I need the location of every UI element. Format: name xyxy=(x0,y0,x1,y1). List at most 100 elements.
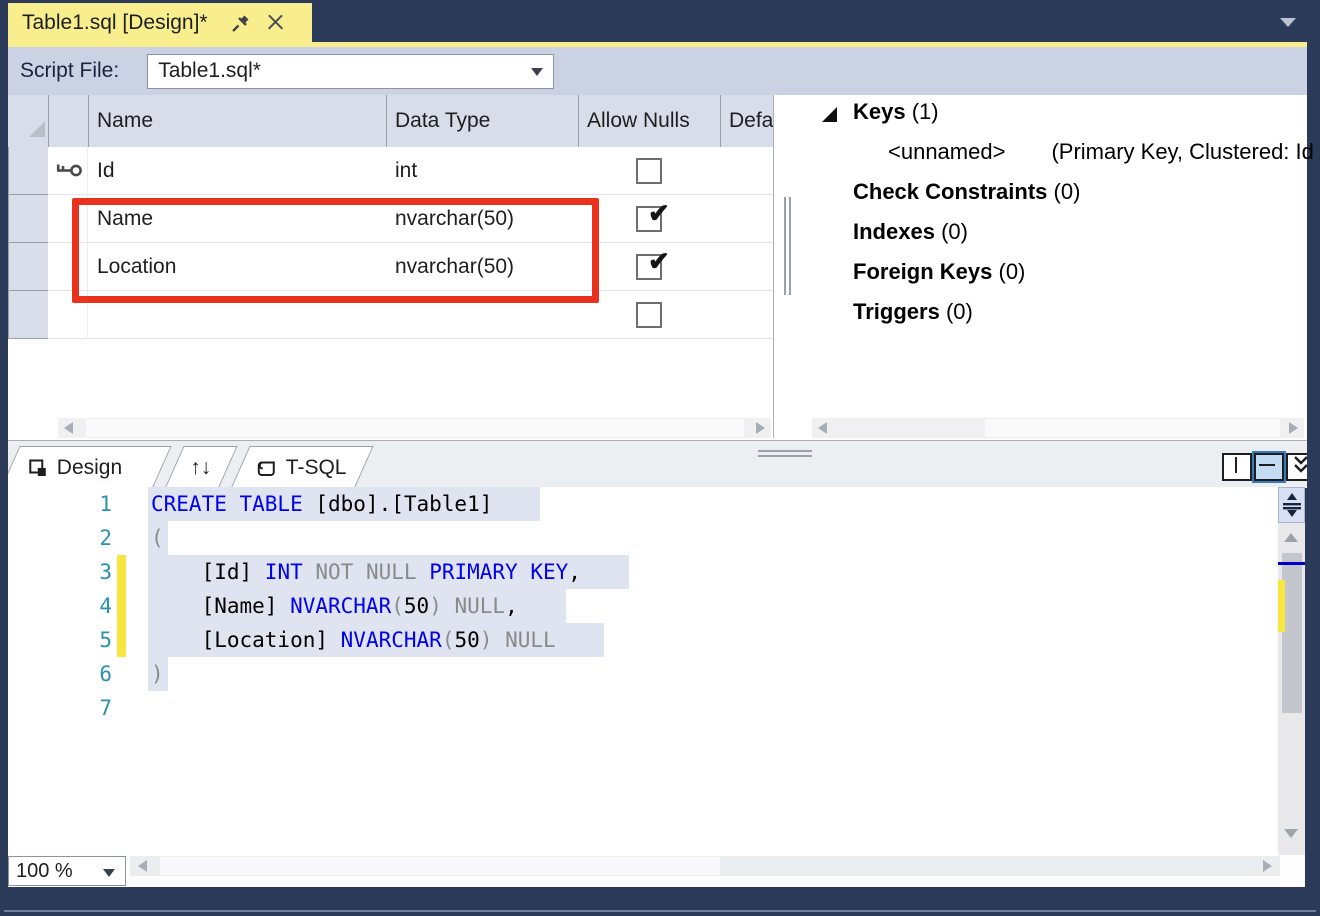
tree-item[interactable]: Triggers (0) xyxy=(808,295,1315,335)
default-cell[interactable] xyxy=(720,195,773,243)
row-selector[interactable] xyxy=(8,291,49,339)
default-cell[interactable] xyxy=(720,291,773,339)
expander-expanded-icon[interactable] xyxy=(822,107,837,122)
vertical-split-button[interactable] xyxy=(1222,453,1252,481)
allow-nulls-checkbox[interactable]: ✔ xyxy=(636,254,662,280)
document-tab[interactable]: Table1.sql [Design]* xyxy=(8,3,312,42)
column-header-allownulls[interactable]: Allow Nulls xyxy=(578,95,721,147)
tree-item-count: (0) xyxy=(946,299,973,324)
annotation-red-rectangle xyxy=(72,198,599,303)
allow-nulls-checkbox[interactable] xyxy=(636,302,662,328)
grid-header: Name Data Type Allow Nulls Defa xyxy=(8,95,773,148)
primary-key-icon xyxy=(55,163,83,178)
scroll-right-icon[interactable] xyxy=(756,422,765,434)
scroll-left-icon[interactable] xyxy=(138,860,147,872)
scroll-left-icon[interactable] xyxy=(818,422,827,434)
allow-nulls-cell xyxy=(578,147,721,195)
row-selector[interactable] xyxy=(8,147,49,195)
tree-item-count: (0) xyxy=(1054,179,1081,204)
line-number: 6 xyxy=(76,657,112,691)
editor-horizontal-scrollbar[interactable] xyxy=(130,856,1280,876)
code-line: 5 [Location] NVARCHAR(50) NULL xyxy=(8,623,1278,657)
scroll-right-icon[interactable] xyxy=(1289,422,1298,434)
tree-item[interactable]: Indexes (0) xyxy=(808,215,1315,255)
close-icon[interactable] xyxy=(266,13,286,33)
editor-split-handle-icon[interactable] xyxy=(1278,487,1305,523)
editor-vertical-scrollbar[interactable] xyxy=(1278,487,1305,855)
allow-nulls-cell xyxy=(578,291,721,339)
script-file-label: Script File: xyxy=(20,59,119,83)
tree-item-label: Indexes xyxy=(853,219,935,244)
default-cell[interactable] xyxy=(720,147,773,195)
tree-item[interactable]: Foreign Keys (0) xyxy=(808,255,1315,295)
horizontal-split-button[interactable] xyxy=(1254,453,1284,481)
row-icon-header xyxy=(48,95,89,147)
changed-line-bar xyxy=(117,555,126,589)
code-text: CREATE TABLE [dbo].[Table1] xyxy=(148,487,540,521)
select-all-triangle-icon xyxy=(29,121,45,137)
tree-child-item[interactable]: <unnamed>(Primary Key, Clustered: Id xyxy=(808,135,1315,175)
editor-bottom-bar: 100 % xyxy=(8,855,1305,887)
allow-nulls-checkbox[interactable] xyxy=(636,158,662,184)
script-file-combobox[interactable]: Table1.sql* xyxy=(147,54,554,89)
column-header-datatype[interactable]: Data Type xyxy=(386,95,579,147)
column-header-name[interactable]: Name xyxy=(88,95,387,147)
horizontal-splitter-grip[interactable] xyxy=(758,450,812,452)
code-text: ) xyxy=(148,657,168,691)
document-tab-title: Table1.sql [Design]* xyxy=(22,11,208,35)
vertical-splitter-grip[interactable] xyxy=(789,197,791,295)
combo-dropdown-icon[interactable] xyxy=(531,68,543,76)
scrollbar-thumb[interactable] xyxy=(1282,553,1302,713)
scrollbar-thumb[interactable] xyxy=(86,419,744,437)
row-selector[interactable] xyxy=(8,195,49,243)
tab-swap-panes[interactable]: ↑↓ xyxy=(164,446,237,488)
grid-horizontal-scrollbar[interactable] xyxy=(58,418,771,438)
code-line: 1 CREATE TABLE [dbo].[Table1] xyxy=(8,487,1278,521)
combo-dropdown-icon[interactable] xyxy=(103,869,115,877)
scroll-left-icon[interactable] xyxy=(64,422,73,434)
tab-tsql-label: T-SQL xyxy=(286,456,347,480)
pane-divider xyxy=(773,95,774,438)
tab-tsql[interactable]: T-SQL xyxy=(230,446,373,488)
scroll-up-icon[interactable] xyxy=(1284,533,1298,542)
script-file-value: Table1.sql* xyxy=(158,59,261,83)
data-type-cell[interactable]: int xyxy=(386,147,579,195)
tab-design[interactable]: Design xyxy=(8,446,172,488)
column-name-cell[interactable]: Id xyxy=(88,147,387,195)
tree-item[interactable]: Keys (1) xyxy=(808,95,1315,135)
collapse-pane-button[interactable] xyxy=(1286,453,1307,481)
vertical-splitter-grip[interactable] xyxy=(784,197,786,295)
key-detail: (Primary Key, Clustered: Id xyxy=(1051,139,1313,164)
code-line: 2( xyxy=(8,521,1278,555)
scrollbar-thumb[interactable] xyxy=(160,857,720,875)
tree-item-count: (1) xyxy=(912,99,939,124)
tree-item-label: Keys xyxy=(853,99,906,124)
scrollbar-thumb[interactable] xyxy=(985,419,1280,437)
default-cell[interactable] xyxy=(720,243,773,291)
tree-item-count: (0) xyxy=(941,219,968,244)
code-line: 6) xyxy=(8,657,1278,691)
line-number: 1 xyxy=(76,487,112,521)
tree-item-label: Foreign Keys xyxy=(853,259,992,284)
allow-nulls-checkbox[interactable]: ✔ xyxy=(636,206,662,232)
row-selector[interactable] xyxy=(8,243,49,291)
column-header-default[interactable]: Defa xyxy=(720,95,773,147)
line-number: 2 xyxy=(76,521,112,555)
zoom-value: 100 % xyxy=(16,860,73,883)
table-row[interactable]: Idint xyxy=(8,147,773,195)
design-view-icon xyxy=(29,459,48,478)
panel-horizontal-scrollbar[interactable] xyxy=(812,418,1304,438)
script-icon xyxy=(257,460,278,477)
zoom-combobox[interactable]: 100 % xyxy=(8,856,126,886)
select-all-cell[interactable] xyxy=(8,95,49,147)
tree-item-label: Check Constraints xyxy=(853,179,1047,204)
scroll-right-icon[interactable] xyxy=(1263,860,1272,872)
tree-item[interactable]: Check Constraints (0) xyxy=(808,175,1315,215)
scroll-down-icon[interactable] xyxy=(1284,829,1298,838)
swap-panes-icon: ↑↓ xyxy=(190,456,211,480)
pin-icon[interactable] xyxy=(230,12,252,34)
code-line: 7 xyxy=(8,691,1278,725)
tsql-code-editor[interactable]: 1CREATE TABLE [dbo].[Table1]2(3 [Id] INT… xyxy=(8,487,1278,855)
changed-lines-marker xyxy=(1278,580,1285,632)
document-well-chevron-icon[interactable] xyxy=(1280,18,1296,27)
